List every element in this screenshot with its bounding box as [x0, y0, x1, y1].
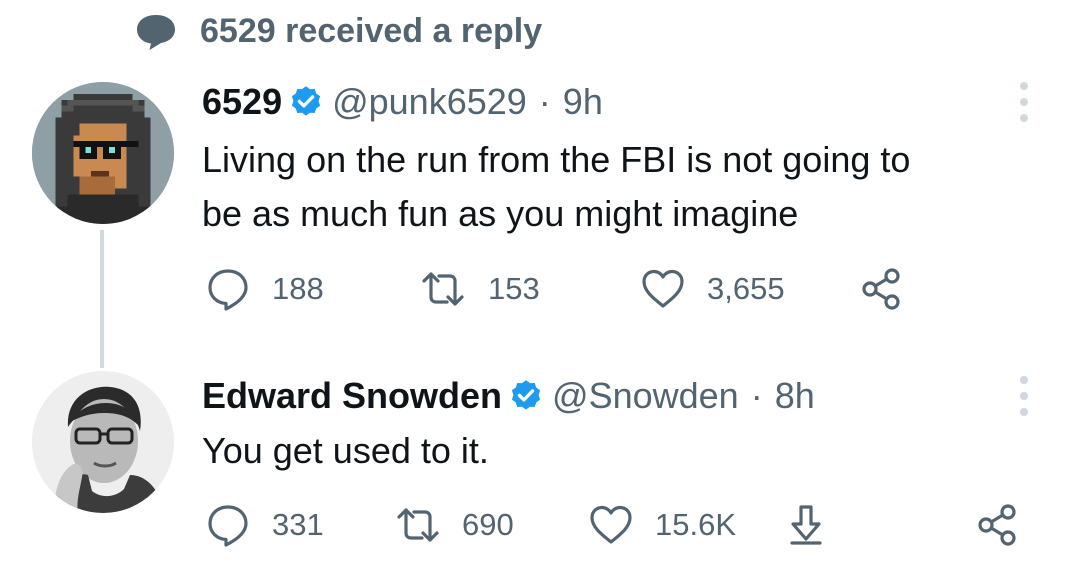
tweet-header: Edward Snowden @Snowden · 8h [202, 374, 815, 418]
tweet-text: Living on the run from the FBI is not go… [202, 133, 1062, 241]
author-name[interactable]: Edward Snowden [202, 374, 502, 418]
like-count: 15.6K [655, 507, 737, 542]
more-options-icon[interactable] [1016, 80, 1032, 124]
tweet-text-line: be as much fun as you might imagine [202, 193, 799, 234]
reply-icon[interactable] [205, 502, 251, 548]
avatar[interactable] [32, 82, 174, 224]
retweet-icon[interactable] [395, 502, 441, 548]
like-icon[interactable] [640, 266, 686, 312]
retweet-icon[interactable] [420, 266, 466, 312]
photo-avatar [32, 371, 174, 513]
tweet-text-line: Living on the run from the FBI is not go… [202, 139, 911, 180]
author-name[interactable]: 6529 [202, 80, 282, 124]
tweet-text-line: You get used to it. [202, 430, 489, 471]
author-handle[interactable]: @punk6529 [332, 80, 527, 124]
retweet-count: 690 [462, 507, 514, 542]
timestamp[interactable]: 8h [775, 374, 815, 418]
reply-count: 188 [272, 271, 324, 306]
retweet-count: 153 [488, 271, 540, 306]
like-icon[interactable] [588, 502, 634, 548]
more-options-icon[interactable] [1016, 374, 1032, 418]
reply-count: 331 [272, 507, 324, 542]
share-icon[interactable] [858, 266, 904, 312]
speech-bubble-icon [137, 15, 175, 50]
separator-dot: · [750, 375, 763, 416]
reply-icon[interactable] [205, 266, 251, 312]
separator-dot: · [538, 81, 551, 122]
author-handle[interactable]: @Snowden [552, 374, 739, 418]
social-context-text: 6529 received a reply [200, 12, 543, 50]
thread-connector-line [100, 230, 104, 368]
share-icon[interactable] [974, 502, 1020, 548]
timestamp[interactable]: 9h [563, 80, 603, 124]
avatar[interactable] [32, 371, 174, 513]
like-count: 3,655 [707, 271, 785, 306]
download-icon[interactable] [783, 502, 829, 548]
pixel-punk-avatar [32, 82, 174, 224]
verified-badge-icon [291, 86, 321, 116]
tweet-header: 6529 @punk6529 · 9h [202, 80, 603, 124]
verified-badge-icon [511, 380, 541, 410]
tweet-text: You get used to it. [202, 424, 1062, 478]
